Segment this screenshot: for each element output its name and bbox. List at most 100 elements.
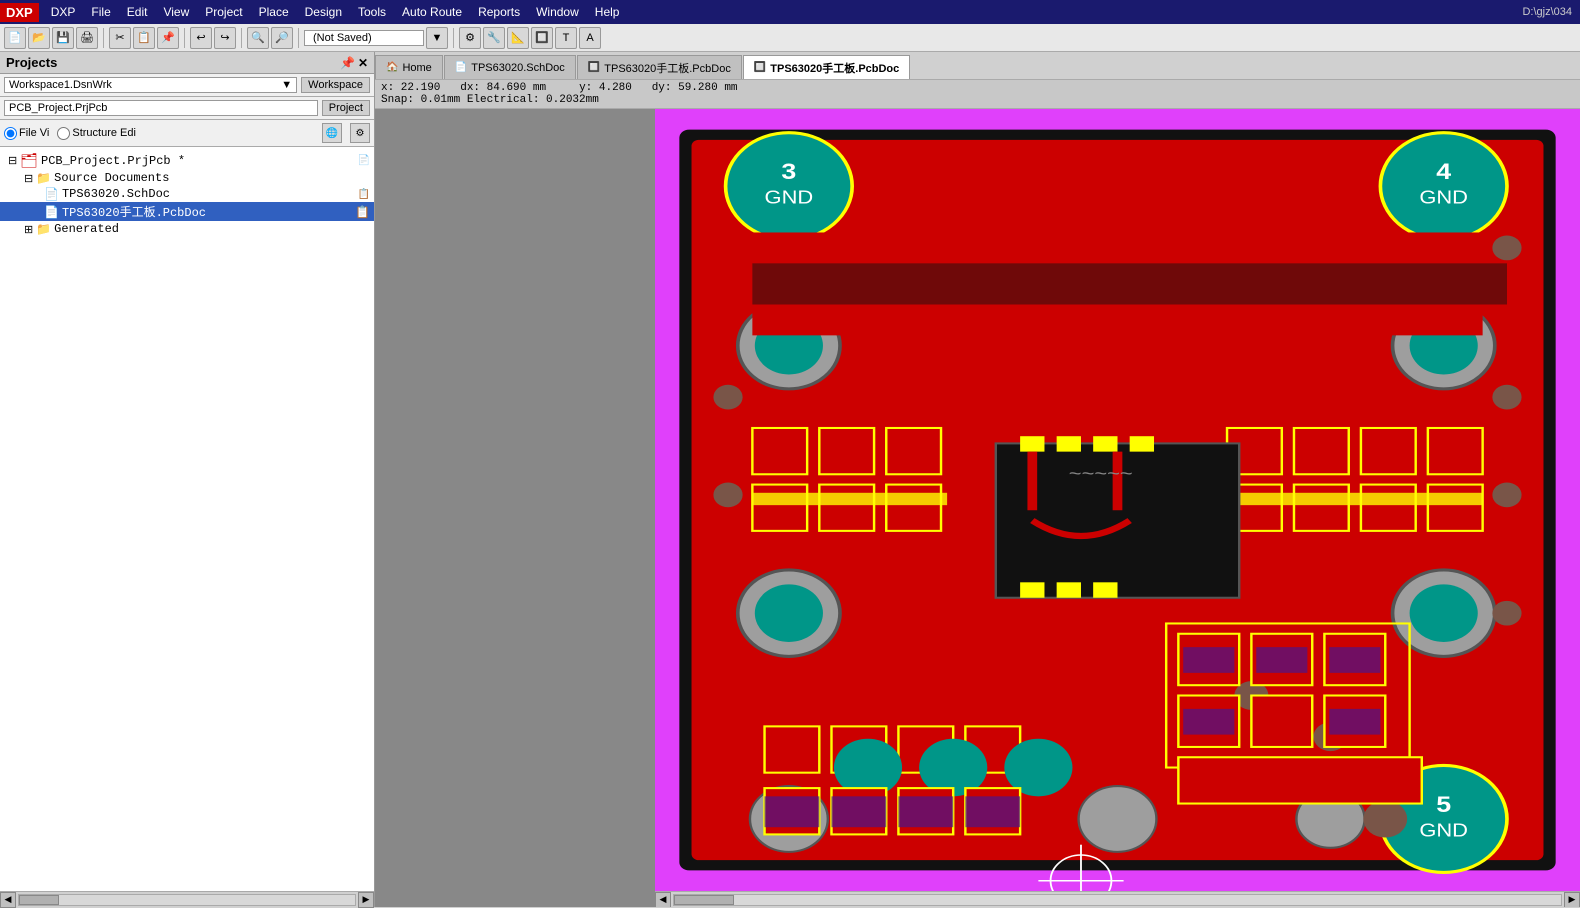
h-scroll-track[interactable]: [673, 894, 1562, 906]
pcb-board: 3 GND 4 GND 5 GND 1 NetL1_1 2 NetL1_2: [655, 109, 1580, 891]
tree-generated[interactable]: ⊞ 📁 Generated: [0, 221, 374, 237]
menu-file[interactable]: File: [83, 3, 118, 21]
h-scroll-right[interactable]: ▶: [1564, 892, 1580, 908]
scroll-track[interactable]: [18, 894, 356, 906]
panel-close[interactable]: ✕: [358, 56, 368, 70]
tb-extra4[interactable]: 🔲: [531, 27, 553, 49]
doc-tabs: 🏠 Home 📄 TPS63020.SchDoc 🔲 TPS63020手工板.P…: [375, 52, 1580, 80]
tree-root-file-icon: 📄: [358, 155, 370, 166]
pcb-canvas[interactable]: 3 GND 4 GND 5 GND 1 NetL1_1 2 NetL1_2: [375, 109, 1580, 907]
tb-print[interactable]: 🖨: [76, 27, 98, 49]
tb-open[interactable]: 📂: [28, 27, 50, 49]
tab-schdoc-label: TPS63020.SchDoc: [471, 62, 565, 74]
tree-root[interactable]: ⊟ 🗂 PCB_Project.PrjPcb * 📄: [0, 151, 374, 170]
tree-root-label: PCB_Project.PrjPcb *: [41, 154, 185, 168]
tb-extra3[interactable]: 📐: [507, 27, 529, 49]
scroll-left[interactable]: ◀: [0, 892, 16, 908]
logo: DXP: [0, 3, 39, 22]
menu-tools[interactable]: Tools: [350, 3, 394, 21]
tree-generated-label: Generated: [54, 222, 119, 236]
tb-save[interactable]: 💾: [52, 27, 74, 49]
workspace-row: Workspace1.DsnWrk ▼ Workspace: [0, 74, 374, 97]
tree-area[interactable]: ⊟ 🗂 PCB_Project.PrjPcb * 📄 ⊟ 📁 Source Do…: [0, 147, 374, 891]
menu-project[interactable]: Project: [197, 3, 250, 21]
bottom-scrollbar[interactable]: ◀ ▶: [655, 891, 1580, 907]
project-input[interactable]: [4, 100, 318, 116]
view-file-input[interactable]: [4, 127, 17, 140]
panel-icon-btn2[interactable]: ⚙: [350, 123, 370, 143]
tb-extra2[interactable]: 🔧: [483, 27, 505, 49]
tree-generated-expand[interactable]: ⊞: [24, 223, 33, 236]
h-scroll-left[interactable]: ◀: [655, 892, 671, 908]
tree-file1-extra: 📋: [358, 189, 370, 200]
tree-source-docs[interactable]: ⊟ 📁 Source Documents: [0, 170, 374, 186]
tab-pcbdoc1-label: TPS63020手工板.PcbDoc: [604, 60, 731, 76]
panel-pin[interactable]: 📌: [340, 56, 355, 70]
menu-place[interactable]: Place: [251, 3, 297, 21]
menu-autoroute[interactable]: Auto Route: [394, 3, 470, 21]
tb-cut[interactable]: ✂: [109, 27, 131, 49]
left-panel: Projects 📌 ✕ Workspace1.DsnWrk ▼ Workspa…: [0, 52, 375, 907]
tree-source-label: Source Documents: [54, 171, 169, 185]
tree-root-expand[interactable]: ⊟: [8, 154, 17, 167]
svg-text:PS: PS: [937, 657, 995, 699]
svg-text:EN: EN: [844, 657, 905, 699]
tb-undo[interactable]: ↩: [190, 27, 212, 49]
tb-new[interactable]: 📄: [4, 27, 26, 49]
menu-edit[interactable]: Edit: [119, 3, 156, 21]
path-display: D:\gjz\034: [1514, 4, 1580, 20]
view-file-label: File Vi: [19, 127, 49, 139]
menu-help[interactable]: Help: [587, 3, 628, 21]
tb-paste[interactable]: 📌: [157, 27, 179, 49]
tab-pcbdoc2-label: TPS63020手工板.PcbDoc: [770, 60, 899, 76]
tree-root-icon: 🗂: [20, 152, 38, 169]
tree-pcbdoc-icon: 📄: [44, 205, 59, 219]
tree-generated-icon: 📁: [36, 222, 51, 236]
tab-pcbdoc1[interactable]: 🔲 TPS63020手工板.PcbDoc: [577, 55, 742, 79]
tb-redo[interactable]: ↪: [214, 27, 236, 49]
menu-view[interactable]: View: [155, 3, 197, 21]
panel-title-bar: Projects 📌 ✕: [0, 52, 374, 74]
tree-file2-extra: 📋: [355, 205, 370, 219]
view-structure-radio[interactable]: Structure Edi: [57, 127, 136, 140]
menu-design[interactable]: Design: [297, 3, 350, 21]
svg-text:3: 3: [781, 160, 796, 185]
tb-dropdown[interactable]: ▼: [426, 27, 448, 49]
scroll-right[interactable]: ▶: [358, 892, 374, 908]
panel-title: Projects: [6, 55, 57, 70]
tb-zoom-out[interactable]: 🔎: [271, 27, 293, 49]
svg-text:~~~~~: ~~~~~: [1069, 464, 1133, 484]
tab-pcbdoc2[interactable]: 🔲 TPS63020手工板.PcbDoc: [743, 55, 910, 79]
workspace-button[interactable]: Workspace: [301, 77, 370, 93]
coord-dx: dx: 84.690 mm: [460, 82, 546, 94]
project-button[interactable]: Project: [322, 100, 370, 116]
view-file-radio[interactable]: File Vi: [4, 127, 49, 140]
svg-text:4: 4: [1436, 160, 1451, 185]
svg-text:PG: PG: [1026, 657, 1089, 699]
svg-text:GND: GND: [1419, 188, 1468, 208]
tab-schdoc[interactable]: 📄 TPS63020.SchDoc: [444, 55, 576, 79]
tb-extra6[interactable]: A: [579, 27, 601, 49]
view-structure-input[interactable]: [57, 127, 70, 140]
view-structure-label: Structure Edi: [72, 127, 136, 139]
menu-window[interactable]: Window: [528, 3, 587, 21]
tab-schdoc-icon: 📄: [455, 62, 467, 73]
tb-extra1[interactable]: ⚙: [459, 27, 481, 49]
menu-reports[interactable]: Reports: [470, 3, 528, 21]
content-area: 🏠 Home 📄 TPS63020.SchDoc 🔲 TPS63020手工板.P…: [375, 52, 1580, 907]
tree-folder-icon: 📁: [36, 171, 51, 185]
panel-icon-btn1[interactable]: 🌐: [322, 123, 342, 143]
tab-pcbdoc2-icon: 🔲: [754, 62, 766, 73]
tb-copy[interactable]: 📋: [133, 27, 155, 49]
project-row: Project: [0, 97, 374, 120]
tb-extra5[interactable]: T: [555, 27, 577, 49]
tab-home[interactable]: 🏠 Home: [375, 55, 443, 79]
h-scroll[interactable]: ◀ ▶: [0, 891, 374, 907]
tb-zoom-in[interactable]: 🔍: [247, 27, 269, 49]
workspace-dropdown[interactable]: Workspace1.DsnWrk ▼: [4, 77, 297, 93]
tree-file1[interactable]: 📄 TPS63020.SchDoc 📋: [0, 186, 374, 202]
tree-source-expand[interactable]: ⊟: [24, 172, 33, 185]
main-layout: Projects 📌 ✕ Workspace1.DsnWrk ▼ Workspa…: [0, 52, 1580, 907]
tree-file2[interactable]: 📄 TPS63020手工板.PcbDoc 📋: [0, 202, 374, 221]
menu-dxp[interactable]: DXP: [43, 3, 84, 21]
